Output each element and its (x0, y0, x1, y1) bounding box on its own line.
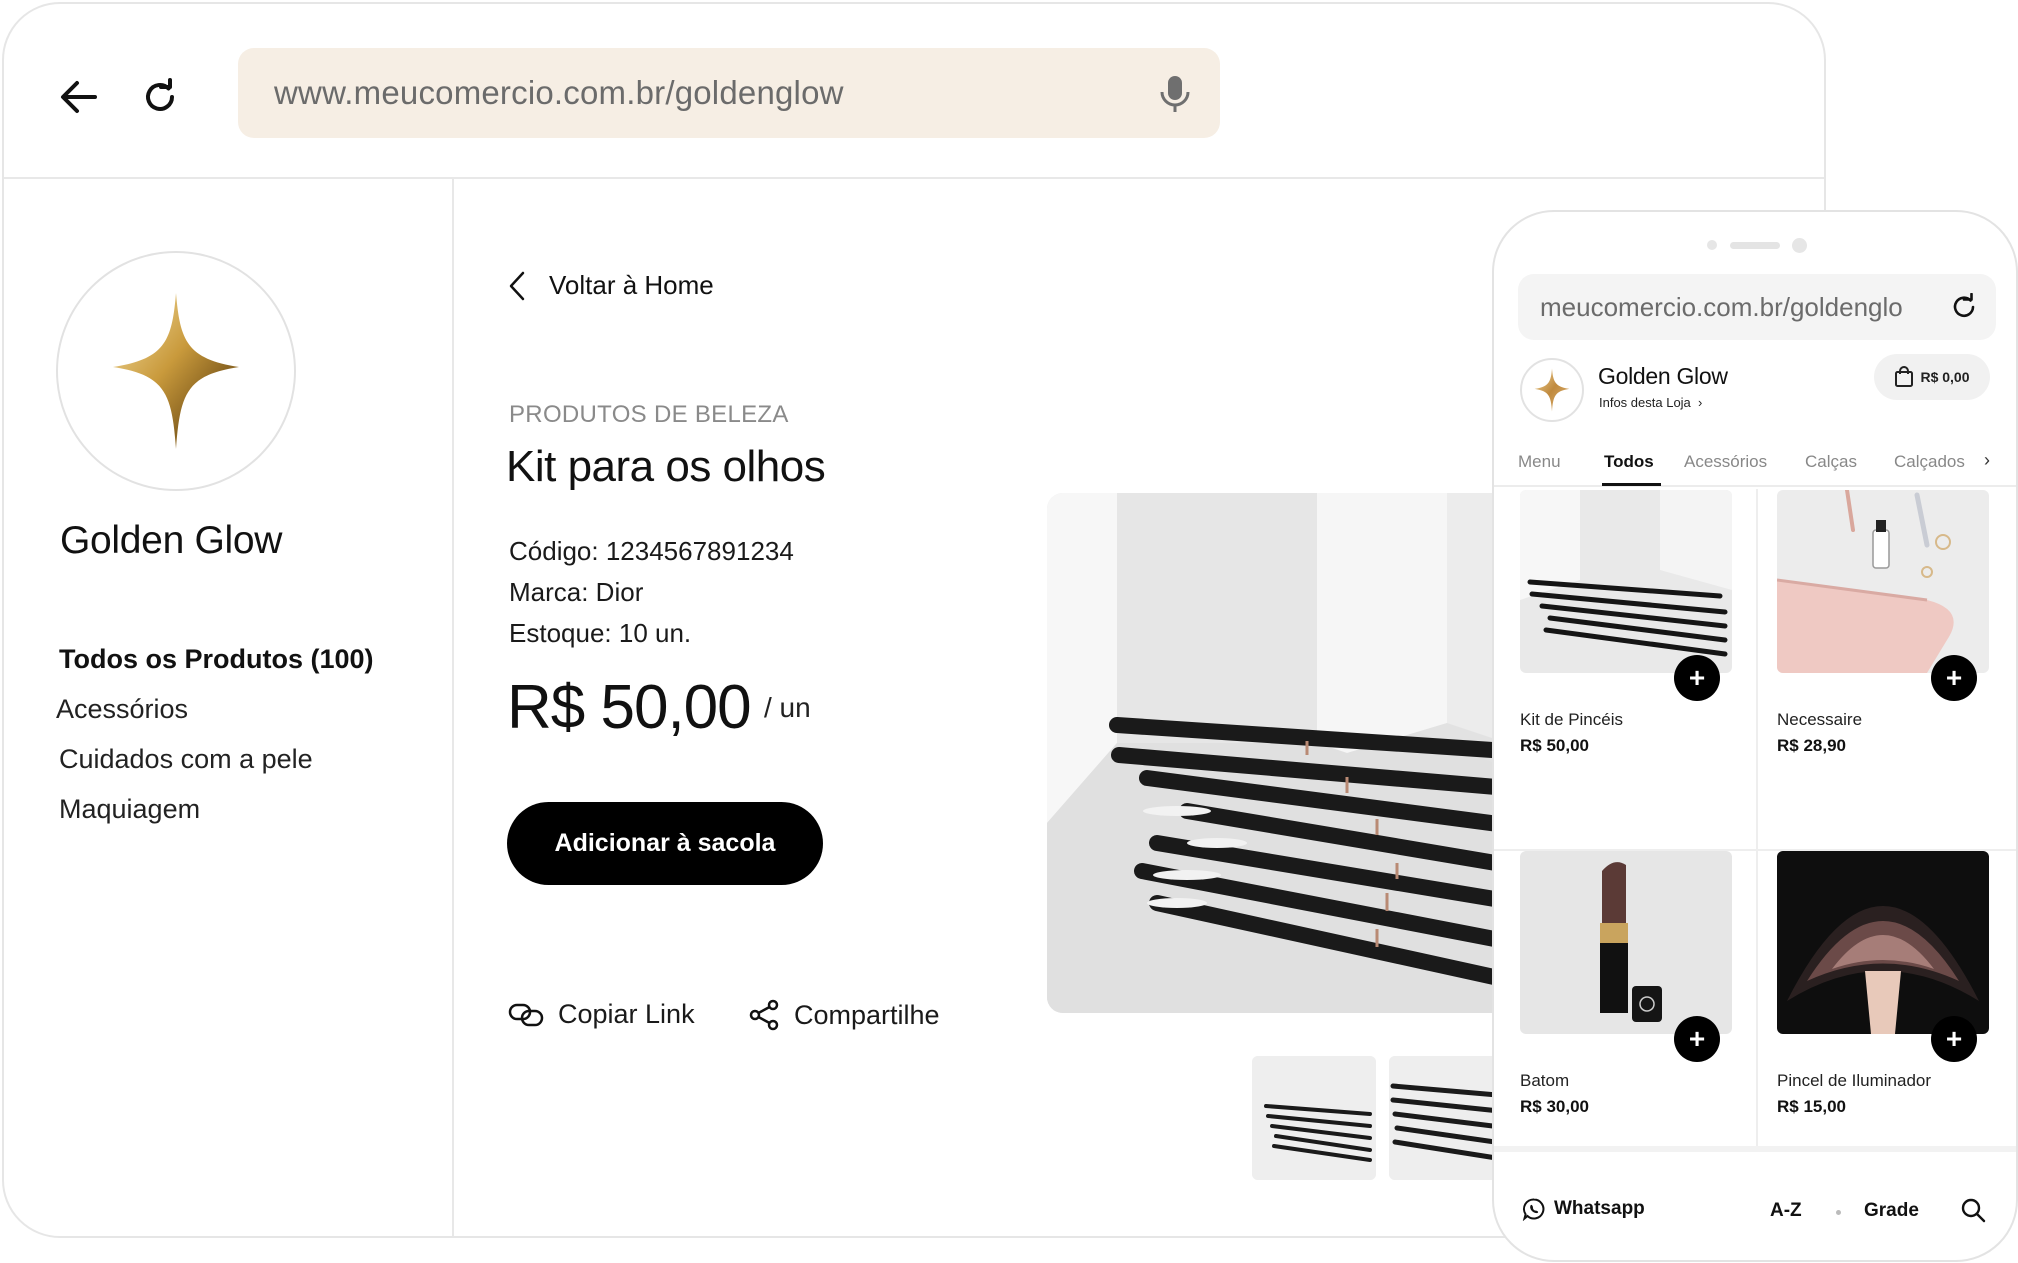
cart-total: R$ 0,00 (1920, 369, 1970, 385)
chevron-right-icon: › (1694, 395, 1703, 410)
search-icon[interactable] (1960, 1197, 1986, 1223)
product-category: PRODUTOS DE BELEZA (509, 401, 789, 428)
active-tab-indicator (1602, 483, 1661, 486)
store-logo (56, 251, 296, 491)
separator-dot (1836, 1210, 1841, 1215)
add-to-cart-button[interactable]: + (1674, 655, 1720, 701)
whatsapp-button[interactable]: Whatsapp (1522, 1197, 1645, 1221)
category-all-products[interactable]: Todos os Produtos (100) (59, 634, 374, 684)
reload-icon[interactable] (1950, 293, 1978, 321)
product-image (1777, 490, 1989, 673)
sort-az-button[interactable]: A-Z (1770, 1200, 1802, 1222)
product-stock: Estoque: 10 un. (509, 618, 692, 648)
copy-link-button[interactable]: Copiar Link (508, 999, 695, 1030)
category-skincare[interactable]: Cuidados com a pele (59, 734, 374, 784)
add-to-bag-button[interactable]: Adicionar à sacola (507, 802, 823, 885)
product-price: R$ 50,00 (507, 673, 752, 742)
product-price: R$ 30,00 (1520, 1097, 1589, 1116)
category-makeup[interactable]: Maquiagem (59, 784, 374, 834)
product-name: Kit de Pincéis (1520, 710, 1623, 729)
cart-button[interactable]: R$ 0,00 (1874, 354, 1990, 400)
product-thumbnail[interactable] (1252, 1056, 1376, 1180)
tab-calcas[interactable]: Calças (1805, 452, 1857, 472)
tab-todos[interactable]: Todos (1604, 452, 1654, 472)
phone-sensor (1707, 240, 1717, 250)
whatsapp-label: Whatsapp (1554, 1198, 1645, 1219)
tab-acessorios[interactable]: Acessórios (1684, 452, 1767, 472)
tabs-scroll-right-icon[interactable]: › (1984, 450, 1990, 471)
product-name: Pincel de Iluminador (1777, 1071, 1932, 1090)
product-title: Kit para os olhos (506, 442, 826, 491)
reload-button[interactable] (135, 72, 185, 122)
mobile-store-name: Golden Glow (1598, 363, 1728, 389)
arrow-left-icon (61, 81, 97, 113)
product-code: Código: 1234567891234 (509, 536, 794, 566)
store-sidebar: Golden Glow Todos os Produtos (100) Aces… (4, 179, 454, 1236)
product-brand: Marca: Dior (509, 577, 644, 607)
browser-toolbar: www.meucomercio.com.br/goldenglow (4, 4, 1824, 179)
product-card[interactable]: + Kit de Pincéis R$ 50,00 (1520, 490, 1732, 820)
mobile-category-tabs: Menu Todos Acessórios Calças Calçados › (1494, 432, 2016, 487)
tab-calcados[interactable]: Calçados (1894, 452, 1965, 472)
sparkle-star-icon (113, 293, 239, 449)
link-icon (508, 1003, 544, 1026)
category-list: Todos os Produtos (100) Acessórios Cuida… (56, 634, 374, 834)
back-button[interactable] (54, 72, 104, 122)
mobile-phone-frame: meucomercio.com.br/goldenglo Golden Glow… (1492, 210, 2018, 1262)
share-icon (749, 999, 779, 1031)
product-card[interactable]: + Batom R$ 30,00 (1520, 851, 1732, 1181)
share-button[interactable]: Compartilhe (748, 999, 940, 1031)
add-to-cart-button[interactable]: + (1931, 1016, 1977, 1062)
mobile-address-url: meucomercio.com.br/goldenglo (1540, 291, 1903, 322)
share-label: Compartilhe (794, 999, 940, 1030)
product-price: R$ 50,00 (1520, 736, 1589, 755)
reload-icon (146, 78, 174, 111)
mobile-product-grid: + Kit de Pincéis R$ 50,00 + Necessaire R… (1494, 489, 2016, 1175)
whatsapp-icon (1522, 1198, 1545, 1221)
back-to-home-label: Voltar à Home (549, 270, 714, 300)
product-price-unit: / un (764, 692, 811, 723)
sparkle-star-icon (1534, 368, 1570, 412)
phone-speaker (1730, 242, 1780, 249)
mobile-store-logo (1520, 358, 1584, 422)
brushes-thumbnail (1252, 1056, 1376, 1180)
grid-view-button[interactable]: Grade (1864, 1200, 1919, 1222)
shopping-bag-icon (1895, 366, 1914, 387)
address-url: www.meucomercio.com.br/goldenglow (274, 74, 844, 111)
product-meta: Código: 1234567891234 Marca: Dior Estoqu… (509, 531, 794, 654)
store-info-link[interactable]: Infos desta Loja › (1599, 395, 1702, 410)
product-price: R$ 15,00 (1777, 1097, 1846, 1116)
category-accessories[interactable]: Acessórios (56, 684, 374, 734)
product-image (1520, 490, 1732, 673)
add-to-cart-button[interactable]: + (1931, 655, 1977, 701)
product-price: R$ 28,90 (1777, 736, 1846, 755)
mobile-address-bar[interactable]: meucomercio.com.br/goldenglo (1518, 274, 1996, 340)
add-to-cart-button[interactable]: + (1674, 1016, 1720, 1062)
product-name: Necessaire (1777, 710, 1863, 729)
product-main-image (1047, 493, 1567, 1013)
address-bar[interactable]: www.meucomercio.com.br/goldenglow (238, 48, 1220, 138)
copy-link-label: Copiar Link (558, 999, 695, 1029)
microphone-icon[interactable] (1156, 74, 1194, 114)
lipstick-thumbnail (1520, 851, 1732, 1034)
brushes-thumbnail (1520, 490, 1732, 673)
product-card[interactable]: + Necessaire R$ 28,90 (1777, 490, 1989, 820)
mobile-bottom-bar: Whatsapp A-Z Grade (1494, 1175, 2016, 1260)
product-image (1520, 851, 1732, 1034)
fan-brush-thumbnail (1777, 851, 1989, 1034)
brushes-photo (1047, 493, 1567, 1013)
necessaire-thumbnail (1777, 490, 1989, 673)
tab-menu[interactable]: Menu (1518, 452, 1561, 472)
product-image (1777, 851, 1989, 1034)
product-card[interactable]: + Pincel de Iluminador R$ 15,00 (1777, 851, 1989, 1181)
back-to-home-link[interactable]: Voltar à Home (509, 270, 714, 301)
product-name: Batom (1520, 1071, 1570, 1090)
chevron-left-icon (509, 271, 525, 300)
store-name: Golden Glow (60, 519, 283, 562)
grid-divider (1756, 489, 1758, 1147)
store-info-label: Infos desta Loja (1599, 395, 1691, 410)
phone-camera (1792, 238, 1807, 253)
